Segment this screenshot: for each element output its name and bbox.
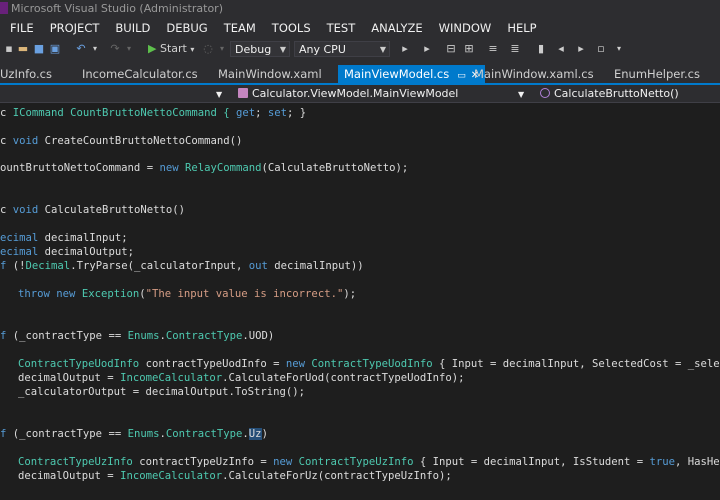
menu-debug[interactable]: DEBUG xyxy=(158,18,215,38)
attach-icon[interactable]: ◌ xyxy=(201,41,215,57)
align-icon[interactable]: ⊟ xyxy=(444,41,458,57)
code-line: c void CreateCountBruttoNettoCommand() xyxy=(0,135,243,147)
pin-icon[interactable]: ▭ xyxy=(457,71,466,81)
code-line: ecimal decimalInput; xyxy=(0,232,128,244)
menu-window[interactable]: WINDOW xyxy=(431,18,500,38)
redo-icon[interactable]: ↷ xyxy=(108,41,122,57)
bookmark-clear-icon[interactable]: ▫ xyxy=(594,41,608,57)
chevron-down-icon: ▼ xyxy=(279,45,286,54)
window-title: Microsoft Visual Studio (Administrator) xyxy=(11,2,223,15)
menu-tools[interactable]: TOOLS xyxy=(264,18,319,38)
member-label: CalculateBruttoNetto() xyxy=(554,87,679,100)
menu-team[interactable]: TEAM xyxy=(216,18,264,38)
toolbar-misc-icon[interactable]: ▸ xyxy=(420,41,434,57)
platform-value: Any CPU xyxy=(299,43,346,56)
platform-dropdown[interactable]: Any CPU ▼ xyxy=(294,41,390,57)
toolbar: ▪ ▬ ■ ▣ ↶ ▾ ↷ ▾ ▶ Start ▾ ◌ ▾ Debug ▼ Any… xyxy=(0,38,720,61)
bookmark-next-icon[interactable]: ▸ xyxy=(574,41,588,57)
menu-bar: FILE PROJECT BUILD DEBUG TEAM TOOLS TEST ANALYZ… xyxy=(0,18,720,38)
tab-uzinfo[interactable]: UzInfo.cs xyxy=(0,65,52,83)
code-line: ContractTypeUodInfo contractTypeUodInfo … xyxy=(18,358,720,370)
save-icon[interactable]: ■ xyxy=(32,41,46,57)
undo-dropdown-icon[interactable]: ▾ xyxy=(88,41,102,57)
start-label: Start xyxy=(159,42,187,55)
document-tab-strip: UzInfo.cs IncomeCalculator.cs MainWindow… xyxy=(0,60,720,85)
class-icon xyxy=(238,88,248,98)
navigation-bar: ▼ Calculator.ViewModel.MainViewModel ▼ C… xyxy=(0,85,720,103)
visual-studio-logo-icon xyxy=(0,2,8,14)
tab-main-window-xaml[interactable]: MainWindow.xaml xyxy=(218,65,322,83)
type-scope-label: Calculator.ViewModel.MainViewModel xyxy=(252,87,459,100)
code-line: f (!Decimal.TryParse(_calculatorInput, o… xyxy=(0,260,364,272)
code-line: f (_contractType == Enums.ContractType.U… xyxy=(0,428,268,440)
bookmark-icon[interactable]: ▮ xyxy=(534,41,548,57)
code-line: ecimal decimalOutput; xyxy=(0,246,134,258)
start-dropdown-icon: ▾ xyxy=(190,45,195,54)
attach-dropdown-icon[interactable]: ▾ xyxy=(215,41,229,57)
selected-text: Uz xyxy=(248,428,262,440)
code-line: c ICommand CountBruttoNettoCommand { get… xyxy=(0,107,307,119)
code-editor[interactable]: c ICommand CountBruttoNettoCommand { get… xyxy=(0,103,720,500)
tab-income-calculator[interactable]: IncomeCalculator.cs xyxy=(82,65,198,83)
start-button[interactable]: ▶ Start ▾ xyxy=(148,41,194,57)
menu-help[interactable]: HELP xyxy=(499,18,544,38)
code-line: c void CalculateBruttoNetto() xyxy=(0,204,185,216)
chevron-down-icon: ▼ xyxy=(379,45,386,54)
indent-icon[interactable]: ≡ xyxy=(486,41,500,57)
type-dropdown-icon[interactable]: ▼ xyxy=(518,87,524,102)
code-line: decimalOutput = IncomeCalculator.Calcula… xyxy=(18,372,465,384)
code-line: _calculatorOutput = decimalOutput.ToStri… xyxy=(18,386,306,398)
configuration-dropdown[interactable]: Debug ▼ xyxy=(230,41,290,57)
type-dropdown[interactable]: Calculator.ViewModel.MainViewModel xyxy=(238,86,458,101)
toolbar-misc-icon[interactable]: ▸ xyxy=(398,41,412,57)
method-icon xyxy=(540,88,550,98)
open-folder-icon[interactable]: ▬ xyxy=(16,41,30,57)
tab-enum-helper[interactable]: EnumHelper.cs xyxy=(614,65,700,83)
member-dropdown[interactable]: CalculateBruttoNetto() xyxy=(540,86,679,101)
tab-main-view-model[interactable]: MainViewModel.cs ▭ ✕ xyxy=(338,65,486,83)
code-line: f (_contractType == Enums.ContractType.U… xyxy=(0,330,275,342)
save-all-icon[interactable]: ▣ xyxy=(48,41,62,57)
configuration-value: Debug xyxy=(235,43,272,56)
tab-label: MainViewModel.cs xyxy=(344,67,450,81)
play-icon: ▶ xyxy=(148,42,157,55)
menu-project[interactable]: PROJECT xyxy=(42,18,108,38)
menu-analyze[interactable]: ANALYZE xyxy=(363,18,430,38)
bookmark-prev-icon[interactable]: ◂ xyxy=(554,41,568,57)
code-line: ContractTypeUzInfo contractTypeUzInfo = … xyxy=(18,456,720,468)
redo-dropdown-icon[interactable]: ▾ xyxy=(122,41,136,57)
code-line: throw new Exception("The input value is … xyxy=(18,288,357,300)
title-bar: Microsoft Visual Studio (Administrator) xyxy=(0,0,720,18)
outdent-icon[interactable]: ≣ xyxy=(508,41,522,57)
tab-main-window-xaml-cs[interactable]: MainWindow.xaml.cs xyxy=(474,65,594,83)
toolbar-overflow-icon[interactable]: ▾ xyxy=(612,41,626,57)
undo-icon[interactable]: ↶ xyxy=(74,41,88,57)
scope-dropdown-icon[interactable]: ▼ xyxy=(216,87,222,102)
menu-build[interactable]: BUILD xyxy=(107,18,158,38)
code-line: ountBruttoNettoCommand = new RelayComman… xyxy=(0,162,409,174)
menu-file[interactable]: FILE xyxy=(0,18,42,38)
code-line: decimalOutput = IncomeCalculator.Calcula… xyxy=(18,470,452,482)
menu-test[interactable]: TEST xyxy=(319,18,364,38)
align-icon[interactable]: ⊞ xyxy=(462,41,476,57)
new-project-icon[interactable]: ▪ xyxy=(2,41,16,57)
